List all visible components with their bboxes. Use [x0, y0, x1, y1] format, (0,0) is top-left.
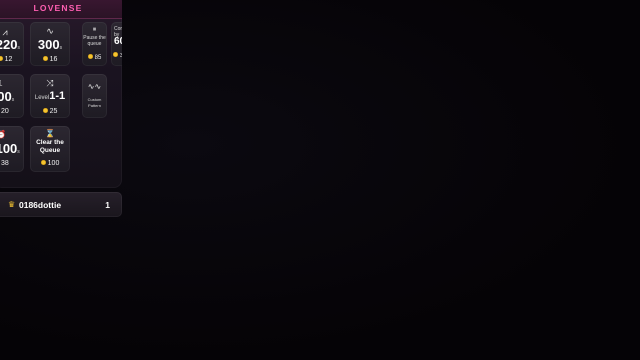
tip-tile-alarm-100[interactable]: ⏰ ~100s 38 [0, 126, 24, 172]
tile-duration: 300s [37, 37, 63, 52]
vibrate-wave-icon: ⩘ [2, 27, 8, 37]
tile-label-line1: Clear the [36, 139, 64, 146]
tile-cost: 85 [82, 54, 107, 61]
shuffle-icon: ⤨ [46, 78, 54, 88]
tile-cost: 35-75 [113, 52, 122, 59]
tile-duration: 600s [114, 36, 122, 47]
coin-icon [42, 56, 48, 61]
hourglass-icon: ⌛ [45, 129, 55, 138]
tile-cost: 38 [1, 160, 9, 167]
tip-tile-vibrate-220[interactable]: ⩘ 220s 12 [0, 22, 24, 66]
tile-label: Pause the queue [83, 35, 106, 47]
pulse-wave-icon: ⎍ [0, 78, 24, 88]
stream-stage: LOVENSE ⩘ 220s 12 ∿ 300s 16 ⏸ Pause the … [0, 0, 640, 360]
tip-tile-pause-queue[interactable]: ⏸ Pause the queue 85 [82, 22, 107, 66]
top-tipper-count: 1 [105, 200, 110, 210]
tile-duration: 300s [0, 89, 15, 104]
tile-cost: 12 [0, 56, 24, 63]
lovense-logo: LOVENSE [33, 3, 83, 13]
pause-icon: ⏸ [92, 26, 97, 33]
tile-duration: 220s [0, 37, 20, 52]
alarm-clock-icon: ⏰ [0, 130, 6, 139]
tip-tile-random-level[interactable]: ⤨ Level1-1 25 [30, 74, 70, 118]
tile-label-line2: Queue [39, 147, 61, 154]
tip-tile-wave-300[interactable]: ∿ 300s 16 [30, 22, 70, 66]
leaderboard-row[interactable]: ♛ 0186dottie 1 [0, 192, 122, 217]
tile-label: Custom Pattern [87, 97, 102, 108]
tile-cost: 25 [30, 108, 70, 115]
trophy-icon: ♛ [8, 200, 16, 209]
custom-pattern-icon: ∿∿ [87, 82, 102, 91]
tip-tile-custom-pattern[interactable]: ∿∿ Custom Pattern [82, 74, 107, 118]
coin-icon [113, 52, 118, 57]
top-tipper-name: 0186dottie [19, 200, 62, 210]
coin-icon [0, 56, 3, 61]
coin-icon [87, 54, 93, 59]
tile-duration: ~100s [0, 141, 20, 156]
coin-icon [40, 160, 46, 165]
tile-cost: 16 [30, 56, 70, 63]
panel-header: LOVENSE [0, 0, 122, 19]
sine-wave-icon: ∿ [46, 26, 54, 36]
tip-tile-control[interactable]: Control by 600s 35-75 [111, 22, 122, 66]
tile-cost: 100 [30, 160, 70, 167]
tip-tile-clear-queue[interactable]: ⌛ Clear the Queue 100 [30, 126, 70, 172]
coin-icon [42, 108, 48, 113]
tile-cost: 20 [1, 108, 9, 115]
tip-tile-pulse-300[interactable]: ⎍ 300s 20 [0, 74, 24, 118]
lovense-control-panel: LOVENSE ⩘ 220s 12 ∿ 300s 16 ⏸ Pause the … [0, 0, 122, 188]
tile-level: Level1-1 [34, 90, 66, 102]
